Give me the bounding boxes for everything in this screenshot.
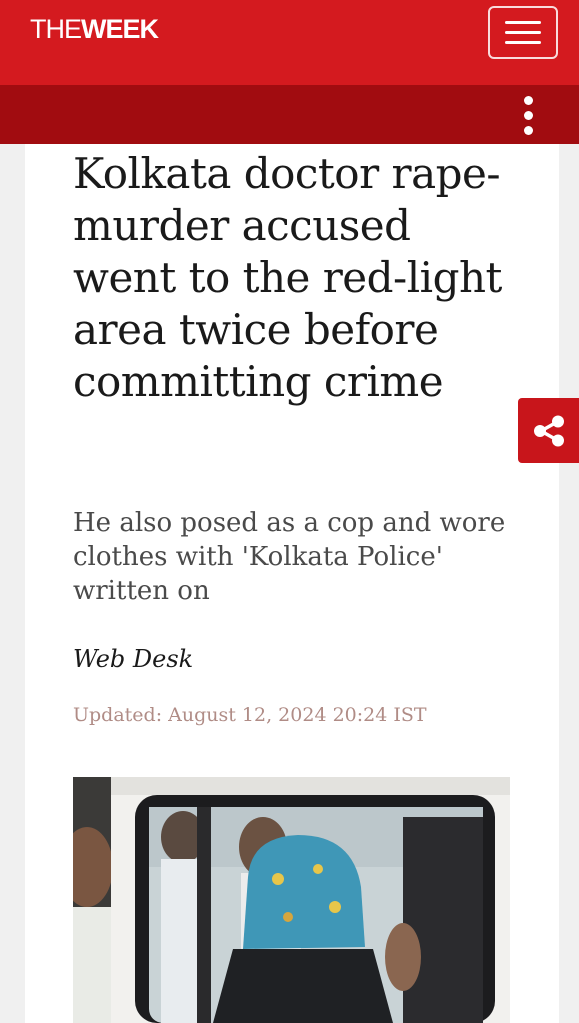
hamburger-menu-icon	[505, 21, 541, 24]
article-subheadline: He also posed as a cop and wore clothes …	[73, 508, 506, 606]
logo-week-text: WEEK	[81, 14, 159, 44]
article-updated-timestamp: Updated: August 12, 2024 20:24 IST	[73, 704, 427, 726]
vertical-dots-icon	[523, 95, 533, 105]
lead-photo-illustration	[73, 777, 510, 1023]
top-header-bar: THE WEEK	[0, 0, 579, 85]
section-bar	[0, 85, 579, 144]
share-icon	[533, 415, 564, 446]
more-options-button[interactable]	[512, 92, 544, 138]
vertical-dots-icon-dot	[523, 125, 533, 135]
article-headline: Kolkata doctor rape-murder accused went …	[73, 149, 502, 406]
article-author[interactable]: Web Desk	[73, 645, 193, 673]
hamburger-menu-icon-bar	[505, 41, 541, 44]
vertical-dots-icon-dot	[523, 110, 533, 120]
the-week-logo[interactable]: THE WEEK	[24, 13, 164, 45]
hamburger-menu-button[interactable]	[488, 6, 558, 59]
logo-the-text: THE	[30, 14, 82, 44]
hamburger-menu-icon-bar	[505, 31, 541, 34]
share-button[interactable]	[518, 398, 579, 463]
article-lead-photo[interactable]	[73, 777, 510, 1023]
